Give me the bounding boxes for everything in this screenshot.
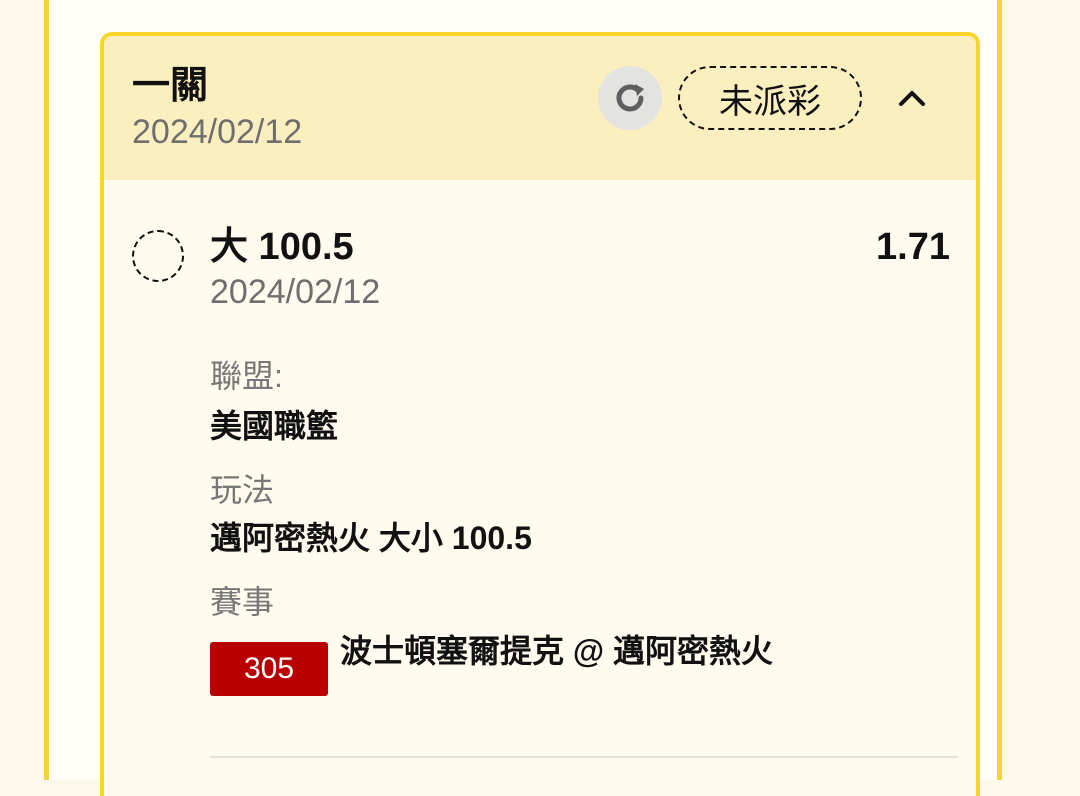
league-label: 聯盟:	[210, 358, 283, 394]
event-number-badge: 305	[210, 642, 328, 696]
selection-odds: 1.71	[876, 226, 950, 268]
play-label: 玩法	[210, 472, 275, 508]
status-text: 未派彩	[719, 82, 821, 121]
event-number: 305	[243, 652, 295, 685]
refresh-button[interactable]	[598, 66, 662, 130]
play-value: 邁阿密熱火 大小 100.5	[210, 520, 532, 556]
event-label: 賽事	[210, 584, 275, 620]
event-name: 波士頓塞爾提克 @ 邁阿密熱火	[340, 633, 773, 669]
league-value: 美國職籃	[210, 408, 339, 444]
bet-date: 2024/02/12	[132, 113, 303, 151]
pending-circle-icon	[132, 230, 184, 282]
bet-card-body: 大 100.5 1.71 2024/02/12 聯盟: 美國職籃 玩法 邁阿密熱…	[104, 180, 976, 796]
collapse-button[interactable]	[894, 80, 930, 116]
divider	[210, 756, 958, 758]
selection-date: 2024/02/12	[210, 273, 381, 311]
status-badge: 未派彩	[678, 66, 862, 130]
refresh-icon	[616, 84, 644, 112]
chevron-up-icon	[899, 91, 925, 106]
bet-card: 一關 2024/02/12 未派彩 大 100.5 1.71 2024/02/1…	[100, 32, 980, 796]
bet-type-title: 一關	[132, 65, 209, 107]
selection-name: 大 100.5	[210, 226, 354, 268]
bet-card-header[interactable]: 一關 2024/02/12 未派彩	[104, 36, 976, 180]
